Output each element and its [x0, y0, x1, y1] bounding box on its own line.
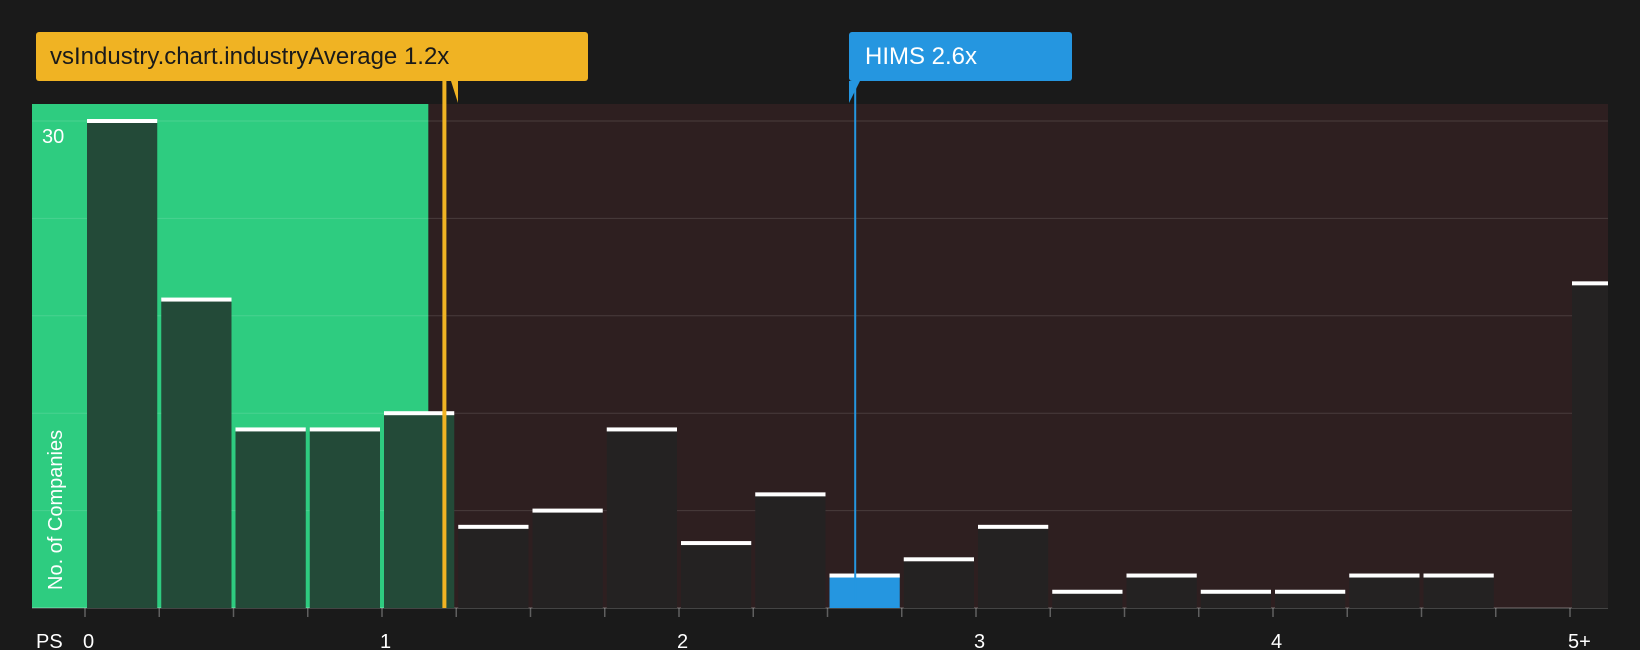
histogram-bar-cap: [1349, 573, 1420, 578]
histogram-bar: [87, 121, 158, 608]
histogram-bar: [1572, 283, 1608, 608]
histogram-bar: [532, 510, 603, 608]
histogram-bar-cap: [1200, 589, 1271, 594]
histogram-bar: [309, 429, 380, 608]
x-tick-label: 3: [974, 631, 985, 650]
histogram-bar: [458, 526, 529, 608]
histogram-bar-cap: [755, 492, 826, 497]
x-tick-label: 0: [83, 631, 94, 650]
x-tick-label: 2: [677, 631, 688, 650]
histogram-bar: [829, 575, 900, 608]
histogram-bar-cap: [161, 297, 232, 302]
x-tick-label: 5+: [1568, 631, 1591, 650]
industry-average-callout: vsIndustry.chart.industryAverage 1.2x: [36, 32, 588, 81]
histogram-bar-cap: [903, 557, 974, 562]
x-tick-label: 1: [380, 631, 391, 650]
histogram-bar: [1423, 575, 1494, 608]
histogram-bar-cap: [829, 573, 900, 578]
histogram-bar: [1200, 591, 1271, 608]
histogram-bar: [1349, 575, 1420, 608]
histogram-bar-cap: [309, 427, 380, 432]
histogram-bar-cap: [606, 427, 677, 432]
histogram-bar: [161, 299, 232, 608]
histogram-bar-cap: [532, 508, 603, 513]
histogram-bar: [755, 494, 826, 608]
histogram-bar: [681, 543, 752, 608]
histogram-bar-cap: [1126, 573, 1197, 578]
histogram-bar-cap: [1423, 573, 1494, 578]
histogram-bar-cap: [1572, 281, 1608, 286]
y-axis-label: No. of Companies: [45, 430, 67, 590]
x-axis-label: PS: [36, 631, 63, 650]
industry-callout-pointer: [451, 81, 458, 103]
histogram-bar-cap: [87, 119, 158, 123]
company-callout: HIMS 2.6x: [849, 32, 1072, 81]
histogram-bar: [903, 559, 974, 608]
histogram-bar: [1126, 575, 1197, 608]
histogram-bar-cap: [458, 524, 529, 529]
histogram-bar-cap: [1052, 589, 1123, 594]
company-callout-pointer: [849, 81, 860, 103]
ps-distribution-chart: 0 1 2 3 4 5+ 30 No. of Companies PS: [32, 81, 1608, 650]
histogram-bar: [235, 429, 306, 608]
histogram-bar-cap: [978, 524, 1049, 529]
histogram-bar: [1052, 591, 1123, 608]
histogram-bar: [978, 526, 1049, 608]
y-tick-label: 30: [42, 126, 64, 148]
histogram-bar-cap: [681, 541, 752, 546]
x-tick-label: 4: [1271, 631, 1282, 650]
histogram-bar-cap: [235, 427, 306, 432]
histogram-bar: [1275, 591, 1346, 608]
histogram-bar: [606, 429, 677, 608]
histogram-bar-cap: [1275, 589, 1346, 594]
